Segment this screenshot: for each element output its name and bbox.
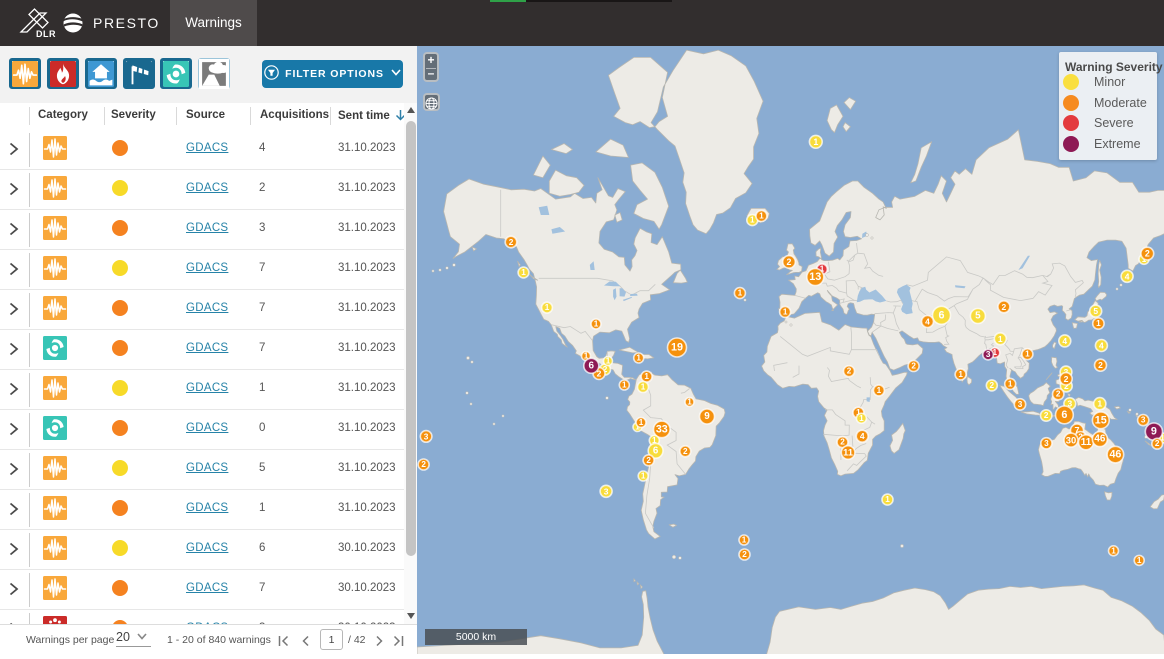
svg-text:1: 1 <box>641 472 646 481</box>
svg-text:1: 1 <box>636 354 641 363</box>
svg-text:1: 1 <box>1096 319 1101 328</box>
svg-text:1: 1 <box>687 398 692 407</box>
svg-text:5: 5 <box>1093 306 1098 316</box>
svg-text:2: 2 <box>990 381 995 390</box>
svg-text:1: 1 <box>885 495 890 504</box>
svg-text:4: 4 <box>1062 336 1067 346</box>
svg-text:5: 5 <box>975 311 981 322</box>
svg-text:2: 2 <box>1044 411 1049 420</box>
svg-text:3: 3 <box>1141 416 1146 425</box>
svg-text:2: 2 <box>847 367 852 376</box>
svg-text:19: 19 <box>671 342 683 354</box>
svg-text:2: 2 <box>1002 302 1007 312</box>
svg-text:9: 9 <box>1151 426 1157 438</box>
svg-text:2: 2 <box>1056 390 1061 399</box>
svg-text:2: 2 <box>421 460 426 469</box>
svg-text:1: 1 <box>1137 556 1142 565</box>
svg-text:2: 2 <box>742 550 747 559</box>
svg-text:2: 2 <box>1155 439 1160 448</box>
svg-text:1: 1 <box>813 137 818 147</box>
svg-text:2: 2 <box>1098 360 1103 370</box>
svg-text:1: 1 <box>521 268 526 277</box>
svg-text:13: 13 <box>809 271 821 283</box>
svg-text:1: 1 <box>998 334 1003 344</box>
svg-text:3: 3 <box>986 350 991 359</box>
svg-text:6: 6 <box>653 445 659 456</box>
svg-text:3: 3 <box>1044 439 1049 448</box>
svg-text:15: 15 <box>1095 414 1107 426</box>
svg-text:2: 2 <box>683 447 688 456</box>
svg-text:1: 1 <box>639 418 644 427</box>
svg-text:3: 3 <box>604 486 609 496</box>
svg-text:2: 2 <box>509 237 514 247</box>
svg-text:11: 11 <box>843 448 853 458</box>
svg-text:6: 6 <box>589 360 595 371</box>
svg-text:2: 2 <box>1064 374 1069 384</box>
svg-text:2: 2 <box>1145 249 1150 259</box>
svg-text:4: 4 <box>860 431 865 441</box>
svg-text:1: 1 <box>594 320 599 329</box>
svg-text:1: 1 <box>750 216 755 225</box>
svg-text:1: 1 <box>859 414 864 423</box>
svg-text:1: 1 <box>644 372 649 381</box>
svg-text:6: 6 <box>938 309 944 321</box>
svg-text:1: 1 <box>1008 379 1013 388</box>
svg-text:46: 46 <box>1094 434 1105 445</box>
svg-text:1: 1 <box>783 307 788 316</box>
svg-text:1: 1 <box>738 289 743 298</box>
svg-text:1: 1 <box>1111 546 1116 555</box>
svg-text:11: 11 <box>1081 437 1092 448</box>
svg-text:1: 1 <box>877 386 882 395</box>
svg-text:1: 1 <box>742 536 747 545</box>
svg-text:9: 9 <box>704 411 710 422</box>
svg-text:1: 1 <box>606 357 611 366</box>
svg-text:1: 1 <box>545 303 550 312</box>
svg-text:2: 2 <box>646 456 651 465</box>
svg-text:2: 2 <box>787 257 792 267</box>
svg-text:1: 1 <box>958 370 963 379</box>
svg-text:2: 2 <box>840 438 845 447</box>
svg-text:2: 2 <box>911 362 916 371</box>
svg-text:4: 4 <box>1099 341 1104 351</box>
svg-text:4: 4 <box>1125 271 1130 281</box>
svg-text:1: 1 <box>622 381 627 390</box>
svg-text:1: 1 <box>641 383 646 392</box>
svg-text:1: 1 <box>1097 399 1102 409</box>
svg-text:1: 1 <box>1025 350 1030 359</box>
svg-text:4: 4 <box>925 317 930 327</box>
svg-text:3: 3 <box>424 431 429 441</box>
svg-text:1: 1 <box>759 212 764 221</box>
svg-text:33: 33 <box>656 423 668 435</box>
svg-text:46: 46 <box>1109 449 1121 461</box>
svg-text:3: 3 <box>1018 400 1023 409</box>
svg-text:30: 30 <box>1066 435 1076 446</box>
svg-text:6: 6 <box>1061 409 1067 421</box>
